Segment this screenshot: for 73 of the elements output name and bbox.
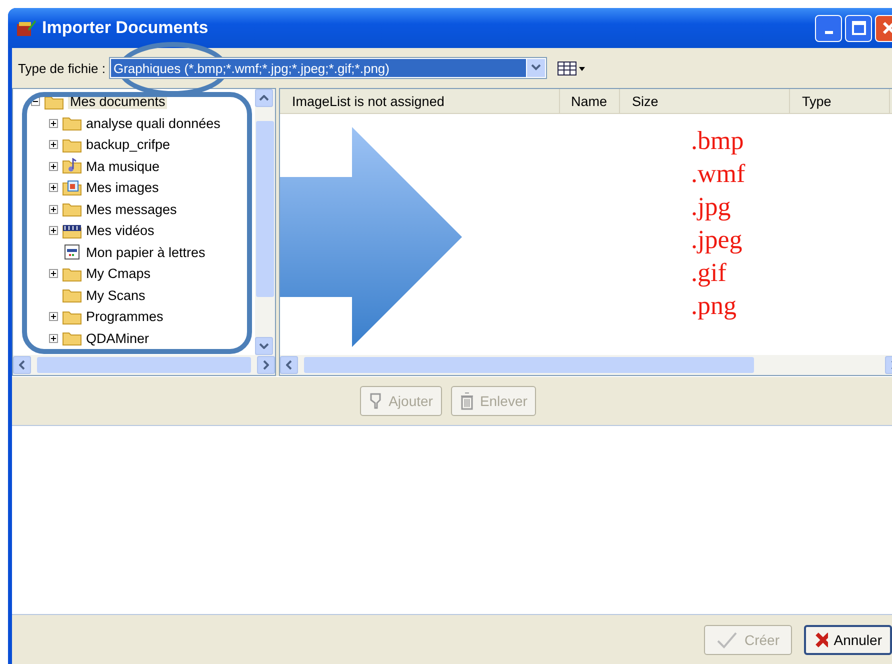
expand-toggle-icon[interactable] [49, 312, 58, 322]
minimize-button[interactable] [815, 14, 842, 42]
app-icon [16, 19, 36, 37]
film-folder-icon [62, 222, 82, 239]
scroll-left-button[interactable] [13, 356, 31, 374]
chevron-up-icon [259, 95, 269, 101]
scroll-right-button[interactable] [257, 356, 275, 374]
cancel-button[interactable]: Annuler [804, 624, 892, 654]
scroll-left-button[interactable] [280, 356, 298, 374]
tree-item[interactable]: backup_crifpe [13, 134, 255, 156]
column-header[interactable]: Name [560, 89, 620, 113]
horizontal-scrollbar[interactable] [13, 355, 275, 375]
extension-label: .jpeg [691, 224, 744, 256]
folder-icon [62, 136, 82, 153]
extension-label: .jpg [691, 191, 732, 223]
expand-toggle-icon[interactable] [49, 226, 58, 236]
file-type-dropdown[interactable]: Graphiques (*.bmp;*.wmf;*.jpg;*.jpeg;*.gif;*.png) [109, 57, 548, 79]
expand-toggle-icon[interactable] [49, 118, 58, 128]
extension-label: .bmp [691, 125, 745, 157]
column-header[interactable]: Type [790, 89, 890, 113]
tree-item[interactable]: My Cmaps [13, 263, 255, 284]
expand-toggle-icon[interactable] [49, 334, 58, 343]
extension-label: .gif [691, 257, 728, 289]
minimize-icon [824, 30, 832, 34]
vertical-scrollbar[interactable] [255, 89, 275, 355]
scroll-thumb[interactable] [304, 357, 754, 373]
chevron-down-icon [530, 64, 542, 72]
tree-item[interactable]: Programmes [13, 306, 255, 328]
expand-toggle-icon[interactable] [49, 204, 58, 214]
tree-item[interactable]: Mon papier à lettres [13, 242, 255, 263]
maximize-icon [852, 21, 866, 35]
folder-icon [62, 308, 82, 325]
pictures-folder-icon [62, 180, 82, 196]
tree-item[interactable]: Mes vidéos [13, 220, 255, 242]
view-grid-icon[interactable] [557, 60, 588, 76]
column-header[interactable]: Size [620, 89, 790, 113]
dropdown-button[interactable] [527, 59, 546, 77]
folder-icon [62, 201, 82, 218]
music-folder-icon [62, 158, 82, 174]
scroll-up-button[interactable] [255, 89, 273, 107]
expand-toggle-icon[interactable] [49, 269, 58, 278]
chevron-left-icon [286, 360, 292, 370]
folder-icon [62, 330, 82, 346]
scroll-thumb[interactable] [37, 357, 251, 373]
scroll-thumb[interactable] [256, 121, 274, 297]
tree-item[interactable]: Mes messages [13, 198, 255, 220]
tree-item[interactable]: QDAMiner [13, 328, 255, 349]
expand-toggle-icon[interactable] [49, 162, 58, 171]
chevron-left-icon [19, 360, 25, 370]
close-icon [882, 21, 892, 35]
document-icon [62, 244, 82, 260]
tree-item[interactable]: Mes images [13, 177, 255, 198]
tree-item[interactable]: My Scans [13, 284, 255, 306]
close-icon [814, 630, 828, 648]
folder-icon [62, 115, 82, 132]
checkmark-icon [716, 630, 738, 648]
folder-icon [62, 287, 82, 304]
chevron-right-icon [263, 360, 269, 370]
folder-icon [62, 266, 82, 282]
column-header[interactable]: ImageList is not assigned [280, 89, 560, 113]
expand-toggle-icon[interactable] [49, 140, 58, 150]
tree-item[interactable]: Ma musique [13, 156, 255, 177]
extension-label: .png [691, 290, 738, 322]
trash-icon [460, 392, 474, 410]
extension-label: .wmf [691, 158, 746, 190]
chevron-down-icon [259, 343, 269, 349]
window-title: Importer Documents [42, 18, 210, 38]
maximize-button[interactable] [845, 14, 872, 42]
file-type-label: Type de fichie : [18, 60, 106, 76]
horizontal-scrollbar[interactable] [280, 355, 892, 375]
tree-item[interactable]: analyse quali données [13, 112, 255, 134]
scroll-down-button[interactable] [255, 337, 273, 355]
expand-toggle-icon[interactable] [49, 183, 58, 192]
